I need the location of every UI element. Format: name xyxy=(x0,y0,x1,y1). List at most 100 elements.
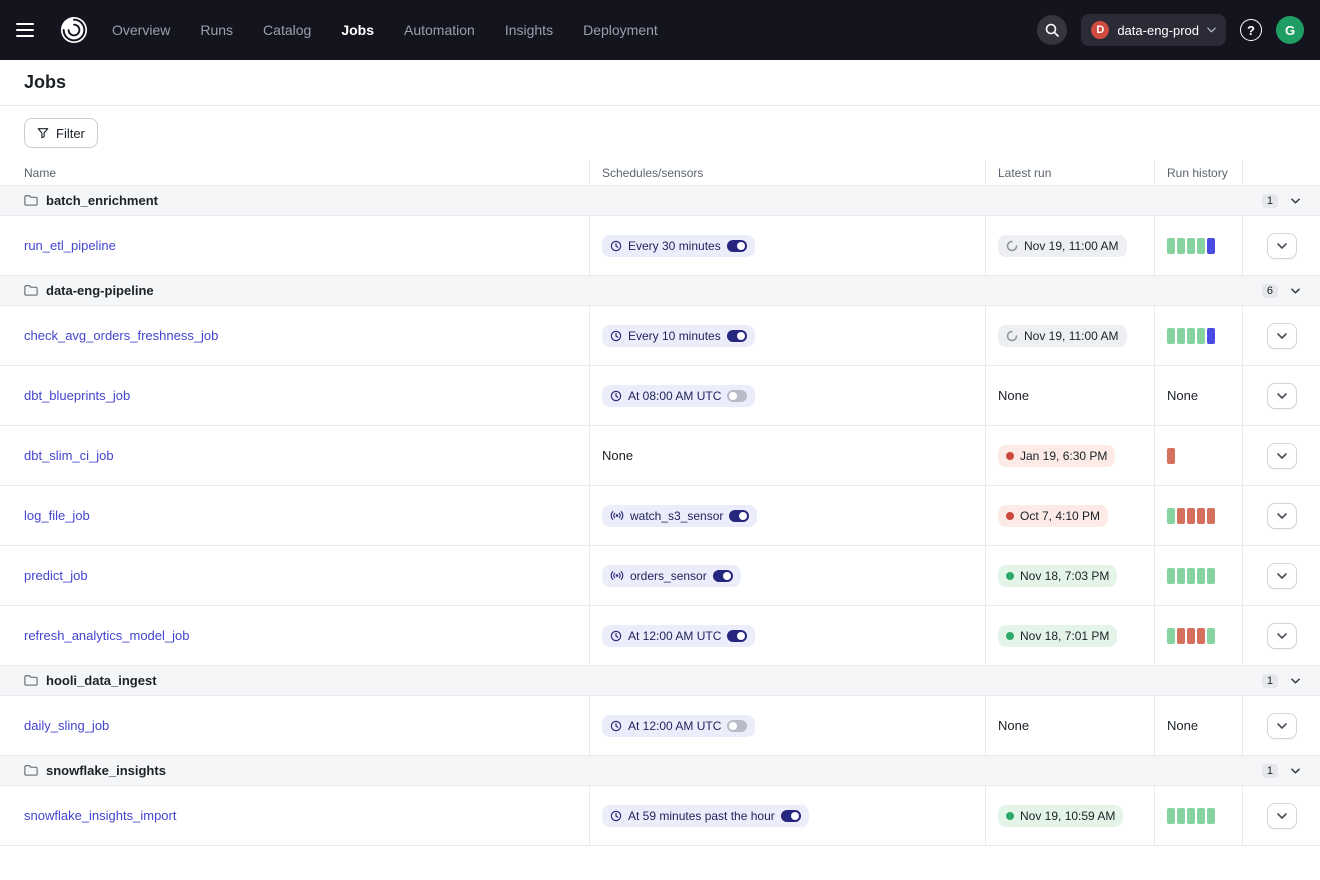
run-history-bar-success[interactable] xyxy=(1197,328,1205,344)
job-link[interactable]: dbt_blueprints_job xyxy=(24,388,130,403)
run-history-bar-success[interactable] xyxy=(1187,808,1195,824)
schedule-pill[interactable]: At 59 minutes past the hour xyxy=(602,805,809,827)
job-link[interactable]: dbt_slim_ci_job xyxy=(24,448,114,463)
run-history-bar-success[interactable] xyxy=(1207,568,1215,584)
latest-run-time: Nov 18, 7:03 PM xyxy=(1020,569,1109,583)
schedule-pill[interactable]: At 12:00 AM UTC xyxy=(602,625,755,647)
run-history-bar-success[interactable] xyxy=(1207,628,1215,644)
sensor-toggle[interactable] xyxy=(729,510,749,522)
schedule-toggle[interactable] xyxy=(727,630,747,642)
nav-item-insights[interactable]: Insights xyxy=(505,22,553,38)
group-collapse-caret-icon[interactable] xyxy=(1291,198,1300,204)
run-history-bar-failure[interactable] xyxy=(1197,508,1205,524)
job-name-cell: run_etl_pipeline xyxy=(0,216,590,275)
schedule-pill[interactable]: At 08:00 AM UTC xyxy=(602,385,755,407)
nav-item-overview[interactable]: Overview xyxy=(112,22,170,38)
sensor-pill[interactable]: watch_s3_sensor xyxy=(602,505,757,527)
run-history-bar-success[interactable] xyxy=(1197,568,1205,584)
expand-row-button[interactable] xyxy=(1267,563,1297,589)
group-row[interactable]: hooli_data_ingest 1 xyxy=(0,666,1320,696)
nav-item-deployment[interactable]: Deployment xyxy=(583,22,658,38)
schedule-pill[interactable]: Every 30 minutes xyxy=(602,235,755,257)
hamburger-menu-icon[interactable] xyxy=(16,13,50,47)
run-history-bar-success[interactable] xyxy=(1177,238,1185,254)
latest-run-pill[interactable]: Nov 19, 11:00 AM xyxy=(998,235,1127,257)
run-history-bar-success[interactable] xyxy=(1177,568,1185,584)
latest-run-pill[interactable]: Oct 7, 4:10 PM xyxy=(998,505,1108,527)
run-history-bar-success[interactable] xyxy=(1197,808,1205,824)
run-history-bar-success[interactable] xyxy=(1167,568,1175,584)
sensor-toggle[interactable] xyxy=(713,570,733,582)
expand-row-button[interactable] xyxy=(1267,323,1297,349)
group-collapse-caret-icon[interactable] xyxy=(1291,288,1300,294)
run-history-bar-in_progress[interactable] xyxy=(1207,238,1215,254)
run-history-bar-success[interactable] xyxy=(1207,808,1215,824)
sensor-pill[interactable]: orders_sensor xyxy=(602,565,741,587)
nav-item-jobs[interactable]: Jobs xyxy=(341,22,374,38)
run-history-bar-success[interactable] xyxy=(1167,628,1175,644)
run-history-bar-success[interactable] xyxy=(1177,328,1185,344)
schedule-toggle[interactable] xyxy=(727,240,747,252)
job-row: refresh_analytics_model_job At 12:00 AM … xyxy=(0,606,1320,666)
expand-row-button[interactable] xyxy=(1267,443,1297,469)
filter-button[interactable]: Filter xyxy=(24,118,98,148)
run-history-bar-failure[interactable] xyxy=(1177,628,1185,644)
job-link[interactable]: refresh_analytics_model_job xyxy=(24,628,189,643)
latest-run-pill[interactable]: Nov 19, 10:59 AM xyxy=(998,805,1123,827)
latest-run-time: Nov 19, 10:59 AM xyxy=(1020,809,1115,823)
job-link[interactable]: predict_job xyxy=(24,568,88,583)
schedule-pill[interactable]: Every 10 minutes xyxy=(602,325,755,347)
schedule-toggle[interactable] xyxy=(781,810,801,822)
group-collapse-caret-icon[interactable] xyxy=(1291,678,1300,684)
latest-run-pill[interactable]: Nov 18, 7:03 PM xyxy=(998,565,1117,587)
job-link[interactable]: log_file_job xyxy=(24,508,90,523)
run-history-bar-failure[interactable] xyxy=(1187,508,1195,524)
job-link[interactable]: snowflake_insights_import xyxy=(24,808,176,823)
run-history-bar-failure[interactable] xyxy=(1177,508,1185,524)
user-avatar[interactable]: G xyxy=(1276,16,1304,44)
run-history-bar-success[interactable] xyxy=(1197,238,1205,254)
nav-item-automation[interactable]: Automation xyxy=(404,22,475,38)
group-count-badge: 1 xyxy=(1262,194,1278,208)
run-history-bar-success[interactable] xyxy=(1167,328,1175,344)
expand-row-button[interactable] xyxy=(1267,803,1297,829)
group-row[interactable]: snowflake_insights 1 xyxy=(0,756,1320,786)
help-icon[interactable]: ? xyxy=(1240,19,1262,41)
job-link[interactable]: daily_sling_job xyxy=(24,718,109,733)
group-row[interactable]: data-eng-pipeline 6 xyxy=(0,276,1320,306)
group-collapse-caret-icon[interactable] xyxy=(1291,768,1300,774)
run-history-bar-success[interactable] xyxy=(1187,238,1195,254)
run-history-bar-success[interactable] xyxy=(1187,568,1195,584)
nav-item-catalog[interactable]: Catalog xyxy=(263,22,311,38)
run-history-bar-success[interactable] xyxy=(1167,508,1175,524)
expand-row-button[interactable] xyxy=(1267,713,1297,739)
job-run-history-cell xyxy=(1155,426,1243,485)
schedule-pill[interactable]: At 12:00 AM UTC xyxy=(602,715,755,737)
search-icon[interactable] xyxy=(1037,15,1067,45)
job-link[interactable]: run_etl_pipeline xyxy=(24,238,116,253)
schedule-toggle[interactable] xyxy=(727,330,747,342)
expand-row-button[interactable] xyxy=(1267,383,1297,409)
expand-row-button[interactable] xyxy=(1267,623,1297,649)
deployment-switcher[interactable]: D data-eng-prod xyxy=(1081,14,1226,46)
latest-run-pill[interactable]: Nov 19, 11:00 AM xyxy=(998,325,1127,347)
dagster-logo-icon[interactable] xyxy=(54,10,94,50)
expand-row-button[interactable] xyxy=(1267,503,1297,529)
run-history-bar-success[interactable] xyxy=(1187,328,1195,344)
run-history-bar-failure[interactable] xyxy=(1197,628,1205,644)
latest-run-pill[interactable]: Nov 18, 7:01 PM xyxy=(998,625,1117,647)
schedule-toggle[interactable] xyxy=(727,720,747,732)
nav-item-runs[interactable]: Runs xyxy=(200,22,233,38)
run-history-bar-failure[interactable] xyxy=(1167,448,1175,464)
job-link[interactable]: check_avg_orders_freshness_job xyxy=(24,328,218,343)
run-history-bar-in_progress[interactable] xyxy=(1207,328,1215,344)
run-history-bar-success[interactable] xyxy=(1167,808,1175,824)
latest-run-pill[interactable]: Jan 19, 6:30 PM xyxy=(998,445,1115,467)
run-history-bar-failure[interactable] xyxy=(1207,508,1215,524)
run-history-bar-success[interactable] xyxy=(1167,238,1175,254)
group-row[interactable]: batch_enrichment 1 xyxy=(0,186,1320,216)
run-history-bar-success[interactable] xyxy=(1177,808,1185,824)
expand-row-button[interactable] xyxy=(1267,233,1297,259)
run-history-bar-failure[interactable] xyxy=(1187,628,1195,644)
schedule-toggle[interactable] xyxy=(727,390,747,402)
